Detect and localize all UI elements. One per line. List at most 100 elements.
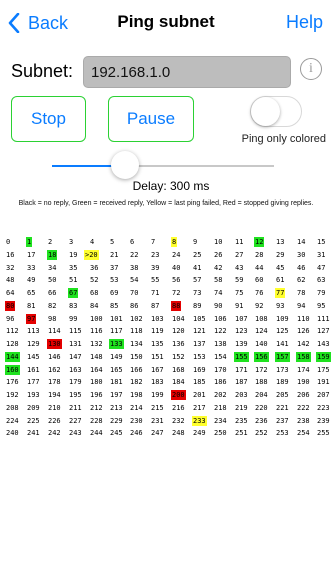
host-cell-90[interactable]: 90 bbox=[213, 301, 223, 311]
host-cell-41[interactable]: 41 bbox=[192, 263, 202, 273]
host-cell-209[interactable]: 209 bbox=[26, 403, 41, 413]
host-cell-82[interactable]: 82 bbox=[47, 301, 57, 311]
host-cell-188[interactable]: 188 bbox=[254, 377, 269, 387]
host-cell-240[interactable]: 240 bbox=[5, 428, 20, 438]
host-cell-220[interactable]: 220 bbox=[254, 403, 269, 413]
host-cell-65[interactable]: 65 bbox=[26, 288, 36, 298]
host-cell-95[interactable]: 95 bbox=[316, 301, 326, 311]
host-cell-44[interactable]: 44 bbox=[254, 263, 264, 273]
host-cell-29[interactable]: 29 bbox=[275, 250, 285, 260]
host-cell-38[interactable]: 38 bbox=[129, 263, 139, 273]
host-cell-132[interactable]: 132 bbox=[89, 339, 104, 349]
host-cell-54[interactable]: 54 bbox=[129, 275, 139, 285]
host-cell-189[interactable]: 189 bbox=[275, 377, 290, 387]
host-cell-145[interactable]: 145 bbox=[26, 352, 41, 362]
host-cell-200[interactable]: 200 bbox=[171, 390, 186, 400]
host-cell-157[interactable]: 157 bbox=[275, 352, 290, 362]
host-cell-7[interactable]: 7 bbox=[150, 237, 156, 247]
host-cell-18[interactable]: 18 bbox=[47, 250, 58, 260]
host-cell-172[interactable]: 172 bbox=[254, 365, 269, 375]
host-cell-19[interactable]: 19 bbox=[68, 250, 78, 260]
host-cell-64[interactable]: 64 bbox=[5, 288, 15, 298]
host-cell-204[interactable]: 204 bbox=[254, 390, 269, 400]
host-cell-33[interactable]: 33 bbox=[26, 263, 36, 273]
host-cell-1[interactable]: 1 bbox=[26, 237, 33, 247]
host-cell-158[interactable]: 158 bbox=[296, 352, 311, 362]
host-cell-178[interactable]: 178 bbox=[47, 377, 62, 387]
host-cell-30[interactable]: 30 bbox=[296, 250, 306, 260]
host-cell-91[interactable]: 91 bbox=[234, 301, 244, 311]
host-cell-232[interactable]: 232 bbox=[171, 416, 186, 426]
host-cell-83[interactable]: 83 bbox=[68, 301, 78, 311]
host-cell-136[interactable]: 136 bbox=[171, 339, 186, 349]
host-cell-111[interactable]: 111 bbox=[316, 314, 331, 324]
host-cell-253[interactable]: 253 bbox=[275, 428, 290, 438]
host-cell-251[interactable]: 251 bbox=[234, 428, 249, 438]
host-cell-216[interactable]: 216 bbox=[171, 403, 186, 413]
host-cell-128[interactable]: 128 bbox=[5, 339, 20, 349]
host-cell-116[interactable]: 116 bbox=[89, 326, 104, 336]
host-cell-53[interactable]: 53 bbox=[109, 275, 119, 285]
host-cell-159[interactable]: 159 bbox=[316, 352, 331, 362]
host-cell-173[interactable]: 173 bbox=[275, 365, 290, 375]
host-cell-61[interactable]: 61 bbox=[275, 275, 285, 285]
host-cell-77[interactable]: 77 bbox=[275, 288, 286, 298]
host-cell-247[interactable]: 247 bbox=[150, 428, 165, 438]
host-cell-226[interactable]: 226 bbox=[47, 416, 62, 426]
host-cell-244[interactable]: 244 bbox=[89, 428, 104, 438]
host-cell-137[interactable]: 137 bbox=[192, 339, 207, 349]
host-cell-124[interactable]: 124 bbox=[254, 326, 269, 336]
host-cell-9[interactable]: 9 bbox=[192, 237, 198, 247]
host-cell-122[interactable]: 122 bbox=[213, 326, 228, 336]
host-cell-96[interactable]: 96 bbox=[5, 314, 15, 324]
host-cell-94[interactable]: 94 bbox=[296, 301, 306, 311]
host-cell-154[interactable]: 154 bbox=[213, 352, 228, 362]
delay-slider[interactable] bbox=[52, 151, 274, 181]
host-cell-219[interactable]: 219 bbox=[234, 403, 249, 413]
host-cell-230[interactable]: 230 bbox=[129, 416, 144, 426]
host-cell-238[interactable]: 238 bbox=[296, 416, 311, 426]
host-cell-211[interactable]: 211 bbox=[68, 403, 83, 413]
host-cell-84[interactable]: 84 bbox=[89, 301, 99, 311]
host-cell-56[interactable]: 56 bbox=[171, 275, 181, 285]
host-cell-28[interactable]: 28 bbox=[254, 250, 264, 260]
host-cell-205[interactable]: 205 bbox=[275, 390, 290, 400]
host-cell-237[interactable]: 237 bbox=[275, 416, 290, 426]
host-cell-201[interactable]: 201 bbox=[192, 390, 207, 400]
host-cell-4[interactable]: 4 bbox=[89, 237, 95, 247]
host-cell-218[interactable]: 218 bbox=[213, 403, 228, 413]
host-cell-203[interactable]: 203 bbox=[234, 390, 249, 400]
host-cell-194[interactable]: 194 bbox=[47, 390, 62, 400]
host-cell-60[interactable]: 60 bbox=[254, 275, 264, 285]
host-cell-37[interactable]: 37 bbox=[109, 263, 119, 273]
host-cell-26[interactable]: 26 bbox=[213, 250, 223, 260]
host-cell-223[interactable]: 223 bbox=[316, 403, 331, 413]
host-cell-112[interactable]: 112 bbox=[5, 326, 20, 336]
host-cell-45[interactable]: 45 bbox=[275, 263, 285, 273]
host-cell-161[interactable]: 161 bbox=[26, 365, 41, 375]
host-cell-120[interactable]: 120 bbox=[171, 326, 186, 336]
host-cell-79[interactable]: 79 bbox=[316, 288, 326, 298]
host-cell-20[interactable]: >20 bbox=[84, 250, 99, 260]
host-cell-13[interactable]: 13 bbox=[275, 237, 285, 247]
host-cell-69[interactable]: 69 bbox=[109, 288, 119, 298]
host-cell-186[interactable]: 186 bbox=[213, 377, 228, 387]
host-cell-66[interactable]: 66 bbox=[47, 288, 57, 298]
host-cell-168[interactable]: 168 bbox=[171, 365, 186, 375]
host-cell-235[interactable]: 235 bbox=[234, 416, 249, 426]
host-cell-254[interactable]: 254 bbox=[296, 428, 311, 438]
host-cell-114[interactable]: 114 bbox=[47, 326, 62, 336]
host-cell-76[interactable]: 76 bbox=[254, 288, 264, 298]
host-cell-98[interactable]: 98 bbox=[47, 314, 57, 324]
host-cell-151[interactable]: 151 bbox=[150, 352, 165, 362]
host-cell-31[interactable]: 31 bbox=[316, 250, 326, 260]
host-cell-68[interactable]: 68 bbox=[89, 288, 99, 298]
host-cell-139[interactable]: 139 bbox=[234, 339, 249, 349]
host-cell-169[interactable]: 169 bbox=[192, 365, 207, 375]
host-cell-184[interactable]: 184 bbox=[171, 377, 186, 387]
host-cell-52[interactable]: 52 bbox=[89, 275, 99, 285]
host-cell-17[interactable]: 17 bbox=[26, 250, 36, 260]
host-cell-109[interactable]: 109 bbox=[275, 314, 290, 324]
host-cell-113[interactable]: 113 bbox=[26, 326, 41, 336]
host-cell-146[interactable]: 146 bbox=[47, 352, 62, 362]
